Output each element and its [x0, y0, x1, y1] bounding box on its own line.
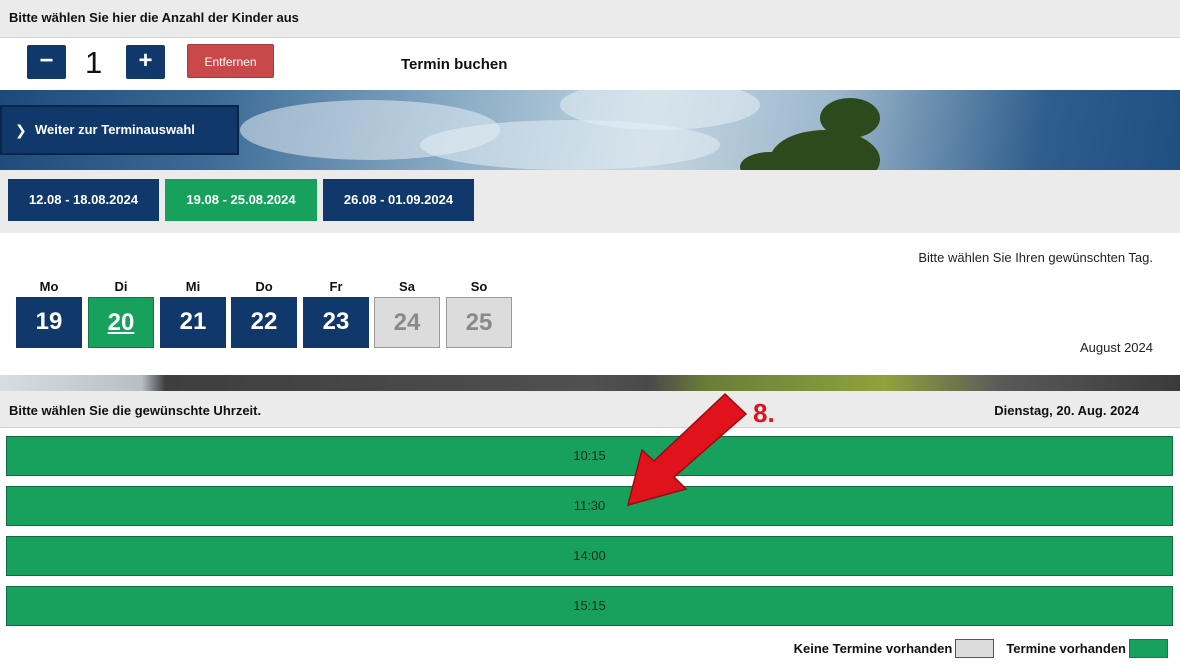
month-label: August 2024 [1079, 340, 1153, 355]
time-slot-1130[interactable]: 11:30 [6, 486, 1173, 526]
day-button-19[interactable]: 19 [16, 297, 82, 348]
day-button-23[interactable]: 23 [303, 297, 369, 348]
children-count-header: Bitte wählen Sie hier die Anzahl der Kin… [0, 0, 1180, 38]
time-slot-1015[interactable]: 10:15 [6, 436, 1173, 476]
remove-button[interactable]: Entfernen [187, 44, 274, 78]
time-instruction: Bitte wählen Sie die gewünschte Uhrzeit. [9, 403, 262, 418]
time-slot-1515[interactable]: 15:15 [6, 586, 1173, 626]
day-name-mo: Mo [39, 279, 59, 294]
time-selector-header: Bitte wählen Sie die gewünschte Uhrzeit.… [0, 391, 1180, 428]
children-count-value: 1 [85, 45, 103, 80]
booking-title: Termin buchen [401, 56, 508, 73]
selected-date: Dienstag, 20. Aug. 2024 [994, 403, 1139, 418]
day-button-21[interactable]: 21 [160, 297, 226, 348]
day-name-do: Do [255, 279, 273, 294]
day-button-20[interactable]: 20 [88, 297, 154, 348]
counter-row [0, 38, 1180, 90]
day-name-sa: Sa [399, 279, 415, 294]
time-slot-1400[interactable]: 14:00 [6, 536, 1173, 576]
day-name-mi: Mi [185, 279, 201, 294]
continue-to-appointment-button[interactable]: ❯ Weiter zur Terminauswahl [0, 105, 239, 155]
day-name-so: So [470, 279, 488, 294]
day-button-24: 24 [374, 297, 440, 348]
decrement-button[interactable]: − [27, 45, 66, 79]
week-button-2[interactable]: 19.08 - 25.08.2024 [165, 179, 317, 221]
legend-none-label: Keine Termine vorhanden [793, 640, 953, 656]
step-number-label: 8. [753, 398, 775, 428]
children-count-title: Bitte wählen Sie hier die Anzahl der Kin… [9, 10, 299, 25]
legend-none-swatch [955, 638, 995, 658]
chevron-right-icon: ❯ [15, 122, 27, 138]
background-photo-strip [0, 375, 1180, 391]
week-button-1[interactable]: 12.08 - 18.08.2024 [8, 179, 159, 221]
day-name-fr: Fr [329, 279, 343, 294]
legend: Keine Termine vorhanden Termine vorhande… [794, 638, 1168, 658]
continue-label: Weiter zur Terminauswahl [35, 122, 195, 137]
legend-available-label: Termine vorhanden [1006, 640, 1126, 656]
annotation-arrow-icon [626, 392, 748, 507]
day-name-di: Di [114, 279, 128, 294]
increment-button[interactable]: + [126, 45, 165, 79]
week-button-3[interactable]: 26.08 - 01.09.2024 [323, 179, 474, 221]
legend-available-swatch [1129, 638, 1168, 658]
day-button-25: 25 [446, 297, 512, 348]
day-instruction: Bitte wählen Sie Ihren gewünschten Tag. [918, 250, 1153, 265]
day-button-22[interactable]: 22 [231, 297, 297, 348]
